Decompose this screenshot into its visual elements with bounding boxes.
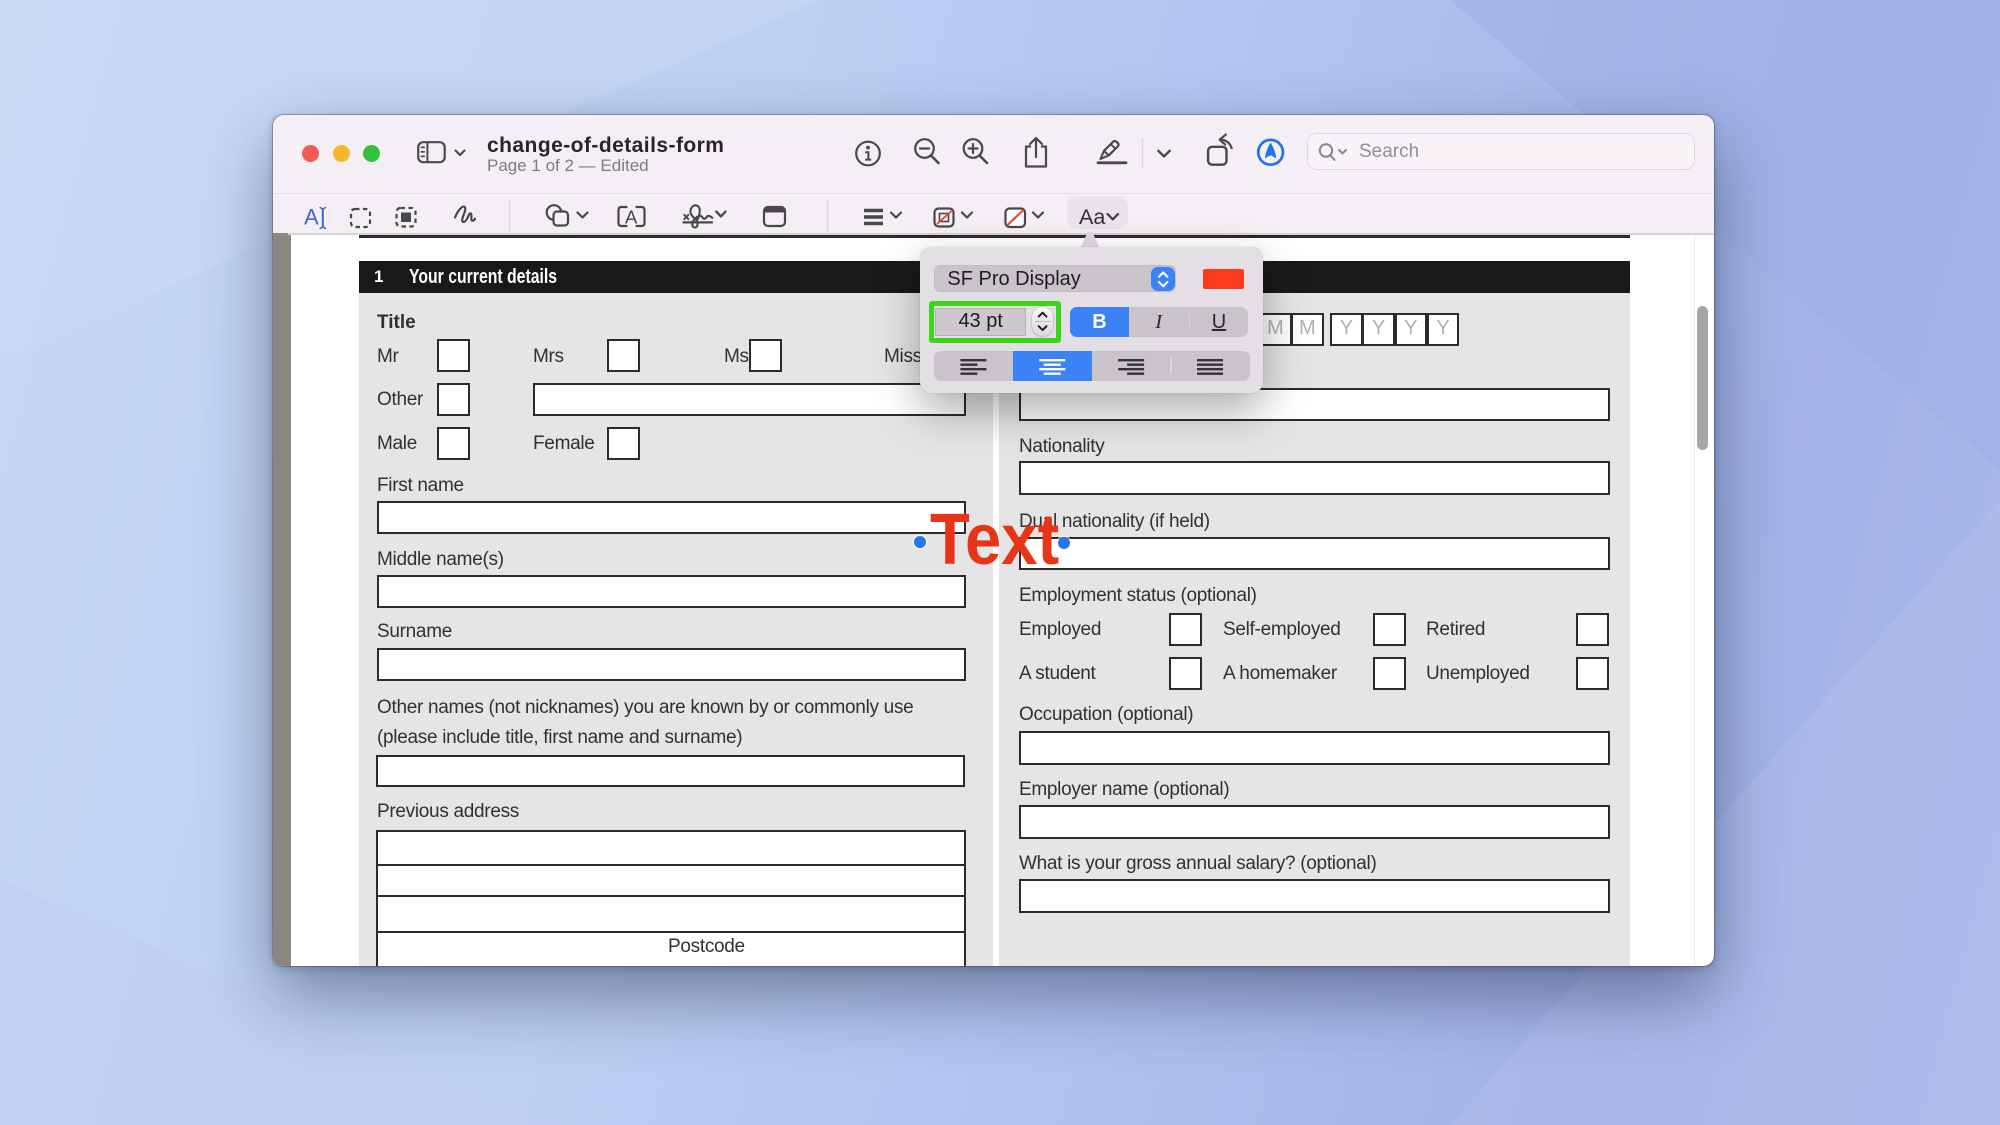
svg-text:A: A (304, 205, 319, 230)
svg-text:A: A (625, 207, 638, 228)
